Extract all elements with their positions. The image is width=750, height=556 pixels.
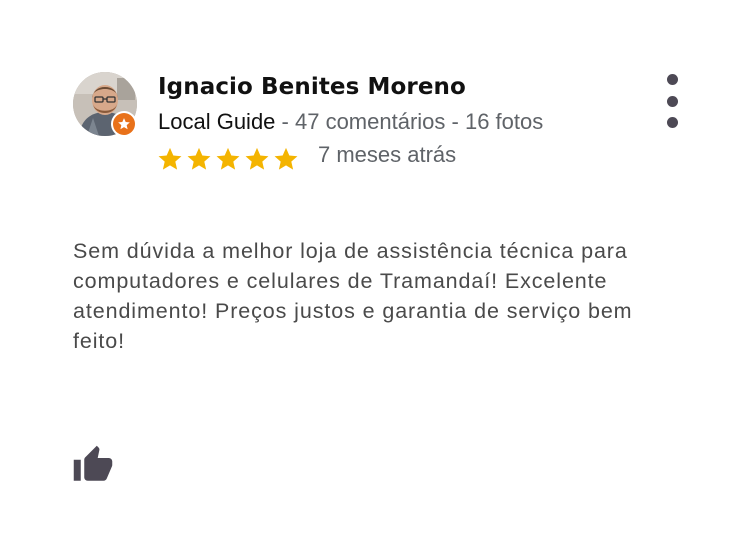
more-options-button[interactable] <box>659 74 685 128</box>
thumbs-up-icon <box>73 445 113 481</box>
review-text: Sem dúvida a melhor loja de assistência … <box>73 239 633 353</box>
meta-separator: - <box>275 109 295 134</box>
star-icon <box>245 147 269 170</box>
star-icon <box>274 147 298 170</box>
reviewer-meta: Local Guide - 47 comentários - 16 fotos <box>158 109 543 135</box>
like-button[interactable] <box>72 444 114 486</box>
local-guide-star-icon <box>118 118 130 130</box>
star-icon <box>216 147 240 170</box>
more-vertical-icon <box>666 117 678 128</box>
star-icon <box>158 147 182 170</box>
meta-separator: - <box>445 109 465 134</box>
local-guide-label: Local Guide <box>158 109 276 134</box>
rating-row: 7 meses atrás <box>156 142 457 174</box>
review-date: 7 meses atrás <box>318 142 457 167</box>
more-vertical-icon <box>666 95 678 107</box>
photos-count: 16 fotos <box>464 109 544 134</box>
star-rating <box>156 145 300 173</box>
more-vertical-icon <box>666 74 678 85</box>
reviews-count: 47 comentários <box>294 109 446 134</box>
local-guide-badge <box>111 111 137 137</box>
star-icon <box>187 147 211 170</box>
reviewer-name[interactable]: Ignacio Benites Moreno <box>158 74 466 100</box>
